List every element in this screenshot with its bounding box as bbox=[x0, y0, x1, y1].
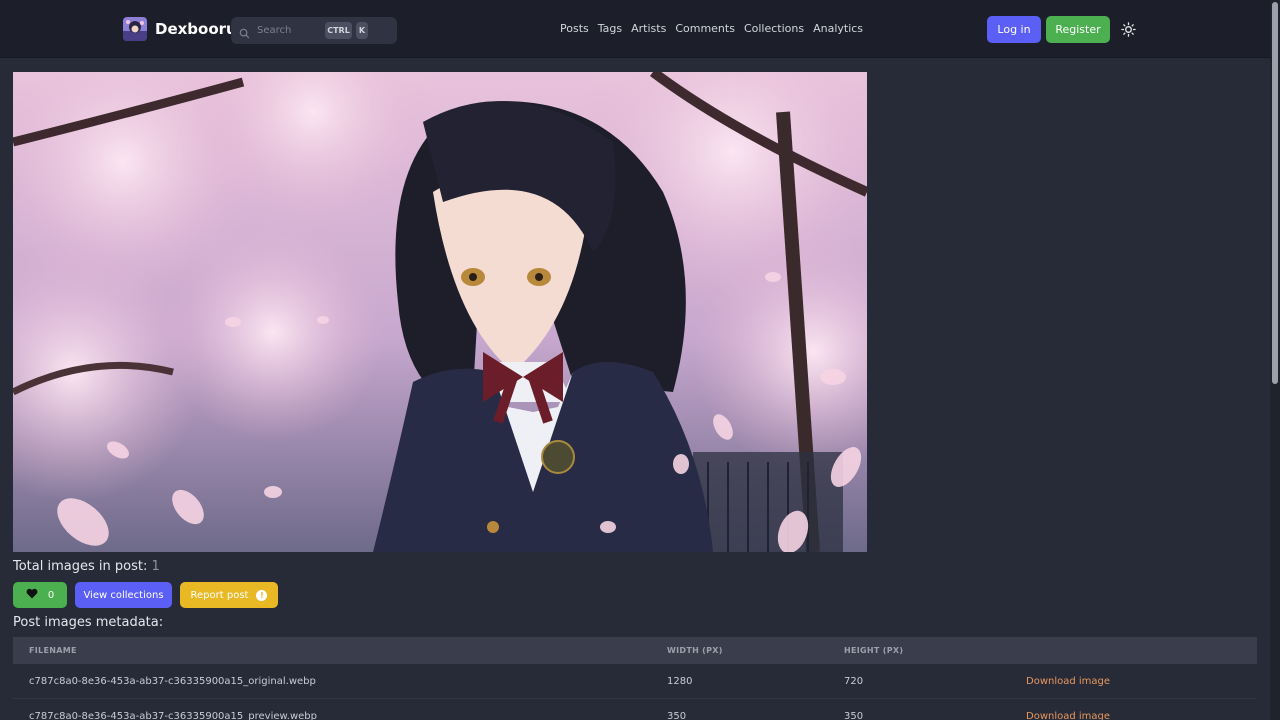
column-header-height: HEIGHT (PX) bbox=[844, 646, 904, 655]
report-post-label: Report post bbox=[190, 589, 249, 601]
post-image[interactable] bbox=[13, 72, 867, 552]
like-count: 0 bbox=[47, 589, 55, 601]
nav-collections[interactable]: Collections bbox=[744, 22, 804, 35]
page-scrollbar[interactable] bbox=[1270, 0, 1280, 720]
search-icon bbox=[239, 24, 250, 43]
sun-icon[interactable] bbox=[1121, 22, 1136, 37]
navbar: Dexbooru CTRL K Posts Tags Artists Comme… bbox=[0, 0, 1280, 58]
cell-filename: c787c8a0-8e36-453a-ab37-c36335900a15_pre… bbox=[29, 711, 317, 720]
cell-width: 1280 bbox=[667, 676, 693, 687]
nav-artists[interactable]: Artists bbox=[631, 22, 666, 35]
like-button[interactable]: 0 bbox=[13, 582, 67, 608]
cell-width: 350 bbox=[667, 711, 687, 720]
column-header-filename: FILENAME bbox=[29, 646, 77, 655]
brand-logo bbox=[123, 17, 147, 41]
metadata-table: FILENAME WIDTH (PX) HEIGHT (PX) c787c8a0… bbox=[13, 637, 1257, 720]
shortcut-key-ctrl: CTRL bbox=[325, 22, 352, 39]
nav-analytics[interactable]: Analytics bbox=[813, 22, 863, 35]
total-images: Total images in post: 1 bbox=[13, 559, 160, 574]
shortcut-key-k: K bbox=[356, 22, 368, 39]
scrollbar-thumb[interactable] bbox=[1272, 2, 1278, 384]
table-row: c787c8a0-8e36-453a-ab37-c36335900a15_ori… bbox=[13, 664, 1257, 699]
login-button[interactable]: Log in bbox=[987, 16, 1041, 43]
main-nav: Posts Tags Artists Comments Collections … bbox=[560, 22, 863, 35]
column-header-width: WIDTH (PX) bbox=[667, 646, 723, 655]
report-post-button[interactable]: Report post ! bbox=[180, 582, 278, 608]
metadata-title: Post images metadata: bbox=[13, 615, 164, 630]
search-box[interactable]: CTRL K bbox=[231, 17, 397, 44]
table-row: c787c8a0-8e36-453a-ab37-c36335900a15_pre… bbox=[13, 699, 1257, 720]
total-images-count: 1 bbox=[151, 559, 160, 574]
brand-name: Dexbooru bbox=[155, 20, 237, 38]
table-header: FILENAME WIDTH (PX) HEIGHT (PX) bbox=[13, 637, 1257, 664]
cell-filename: c787c8a0-8e36-453a-ab37-c36335900a15_ori… bbox=[29, 676, 316, 687]
brand[interactable]: Dexbooru bbox=[123, 17, 237, 41]
heart-icon bbox=[26, 588, 38, 602]
download-image-link[interactable]: Download image bbox=[1026, 676, 1110, 687]
nav-tags[interactable]: Tags bbox=[598, 22, 622, 35]
nav-comments[interactable]: Comments bbox=[675, 22, 735, 35]
total-images-label: Total images in post: bbox=[13, 559, 148, 574]
cell-height: 350 bbox=[844, 711, 864, 720]
warning-icon: ! bbox=[256, 589, 268, 601]
download-image-link[interactable]: Download image bbox=[1026, 711, 1110, 720]
register-button[interactable]: Register bbox=[1046, 16, 1110, 43]
cell-height: 720 bbox=[844, 676, 864, 687]
view-collections-button[interactable]: View collections bbox=[75, 582, 172, 608]
nav-posts[interactable]: Posts bbox=[560, 22, 589, 35]
